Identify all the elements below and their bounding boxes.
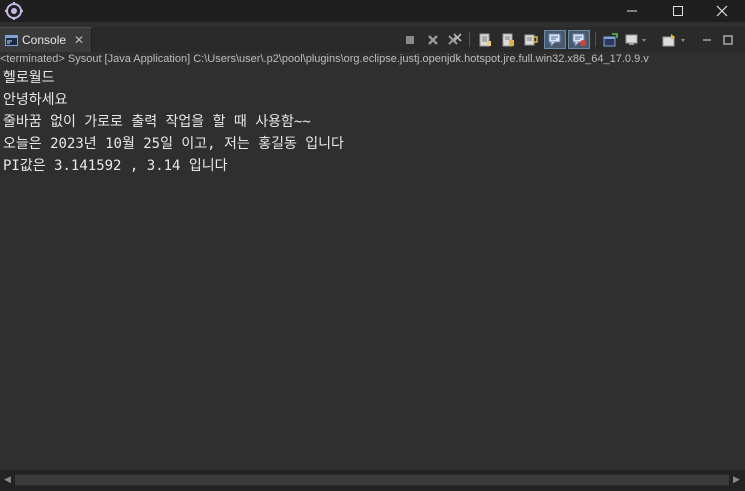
show-on-stdout-icon: [548, 33, 560, 47]
toolbar-separator: [595, 32, 596, 47]
view-tabbar: Console ✕: [0, 27, 745, 52]
console-icon: [5, 34, 18, 46]
clear-console-button[interactable]: [476, 30, 494, 49]
process-description: <terminated> Sysout [Java Application] C…: [0, 52, 745, 66]
toolbar-separator: [469, 32, 470, 47]
show-on-stderr-icon: [572, 33, 586, 47]
tab-close-icon[interactable]: ✕: [74, 34, 84, 46]
pin-console-button[interactable]: [601, 30, 619, 49]
remove-launch-icon: [428, 34, 438, 45]
maximize-window-button[interactable]: [655, 0, 701, 22]
remove-all-terminated-button[interactable]: [446, 30, 464, 49]
open-console-icon: [662, 33, 685, 46]
console-line: PI값은 3.141592 , 3.14 입니다: [3, 158, 228, 174]
pin-console-icon: [603, 32, 618, 46]
show-on-stdout-toggle[interactable]: [544, 30, 566, 49]
scroll-lock-button[interactable]: [499, 30, 517, 49]
tab-console[interactable]: Console ✕: [0, 27, 92, 52]
horizontal-scrollbar[interactable]: ◀ ▶: [0, 470, 745, 491]
display-console-button[interactable]: [624, 30, 650, 49]
display-console-icon: [625, 34, 646, 45]
maximize-view-button[interactable]: [719, 30, 737, 49]
scrollbar-thumb[interactable]: [15, 475, 729, 485]
clear-console-icon: [479, 33, 491, 46]
word-wrap-button[interactable]: [522, 30, 540, 49]
minimize-window-button[interactable]: [609, 0, 655, 22]
word-wrap-icon: [524, 34, 538, 45]
terminate-icon: [406, 35, 414, 44]
console-line: 줄바꿈 없이 가로로 출력 작업을 할 때 사용함~~: [3, 114, 311, 130]
console-line: 오늘은 2023년 10월 25일 이고, 저는 홍길동 입니다: [3, 136, 344, 152]
remove-launch-button[interactable]: [424, 30, 442, 49]
close-window-button[interactable]: [699, 0, 745, 22]
close-icon: [716, 5, 728, 17]
remove-all-terminated-icon: [448, 32, 462, 45]
show-on-stderr-toggle[interactable]: [568, 30, 590, 49]
console-output[interactable]: 헬로월드 안녕하세요 줄바꿈 없이 가로로 출력 작업을 할 때 사용함~~ 오…: [0, 67, 745, 470]
scroll-lock-icon: [502, 33, 514, 46]
maximize-icon: [673, 6, 683, 16]
minimize-icon: [627, 10, 637, 12]
scroll-right-arrow-icon[interactable]: ▶: [733, 475, 740, 485]
terminate-button[interactable]: [401, 30, 419, 49]
minimize-view-button[interactable]: [699, 30, 715, 49]
maximize-view-icon: [723, 34, 733, 45]
eclipse-icon: [5, 2, 23, 20]
console-line: 안녕하세요: [3, 92, 68, 108]
open-console-button[interactable]: [661, 30, 689, 49]
minimize-view-icon: [703, 38, 711, 41]
scroll-left-arrow-icon[interactable]: ◀: [4, 475, 11, 485]
tab-console-label: Console: [22, 33, 67, 47]
window-titlebar: [0, 0, 745, 22]
console-line: 헬로월드: [3, 70, 55, 86]
